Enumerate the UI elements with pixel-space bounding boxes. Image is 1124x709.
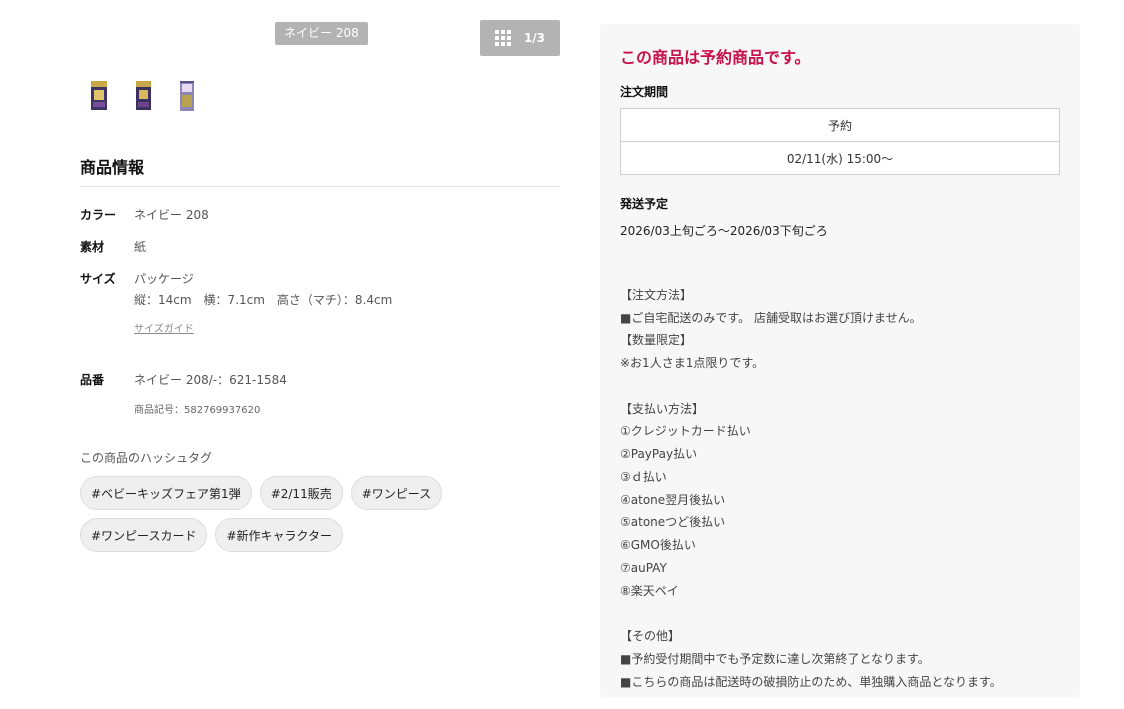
note-line: ③ｄ払い bbox=[620, 469, 667, 484]
note-line: ⑤atoneつど後払い bbox=[620, 515, 726, 530]
size-label: サイズ bbox=[80, 272, 116, 286]
note-line: ⑥GMO後払い bbox=[620, 538, 696, 552]
variant-badge: ネイビー 208 bbox=[275, 22, 368, 45]
hashtag-chip[interactable]: #ワンピース bbox=[350, 476, 443, 510]
shipping-label: 発送予定 bbox=[620, 197, 669, 211]
order-period-value: 02/11(水) 15:00〜 bbox=[620, 141, 1060, 175]
order-period-label: 注文期間 bbox=[620, 85, 669, 99]
note-line: ■ご自宅配送のみです。 店舗受取はお選び頂けません。 bbox=[620, 310, 922, 325]
note-line: ⑧楽天ペイ bbox=[620, 583, 679, 598]
gallery-view-button[interactable]: 1/3 bbox=[480, 20, 560, 56]
hashtag-chip[interactable]: #新作キャラクター bbox=[215, 518, 344, 552]
grid-icon bbox=[494, 30, 511, 46]
gallery-counter: 1/3 bbox=[523, 31, 546, 45]
item-number-value: ネイビー 208/-：621-1584 bbox=[134, 373, 287, 387]
order-period-header: 予約 bbox=[620, 108, 1060, 142]
thumbnail-booster-pack[interactable] bbox=[172, 78, 202, 114]
note-line bbox=[620, 602, 1002, 625]
note-line bbox=[620, 261, 1002, 284]
size-dimensions: 縦：14cm 横：7.1cm 高さ（マチ）：8.4cm bbox=[134, 293, 393, 307]
note-line: ⑦auPAY bbox=[620, 560, 667, 575]
note-line: ■こちらの商品は配送時の破損防止のため、単独購入商品となります。 bbox=[620, 674, 1002, 689]
note-line: 【その他】 bbox=[620, 629, 681, 643]
section-divider bbox=[80, 186, 560, 187]
item-number-label: 品番 bbox=[80, 373, 105, 387]
preorder-panel: この商品は予約商品です。 注文期間 予約 02/11(水) 15:00〜 発送予… bbox=[600, 24, 1080, 697]
note-line: ■予約受付期間中でも予定数に達し次第終了となります。 bbox=[620, 651, 930, 666]
note-line: ②PayPay払い bbox=[620, 447, 698, 461]
note-line: 【数量限定】 bbox=[620, 333, 693, 348]
material-value: 紙 bbox=[134, 240, 147, 254]
product-code: 商品記号：582769937620 bbox=[134, 405, 261, 416]
preorder-notes: 【注文方法】 ■ご自宅配送のみです。 店舗受取はお選び頂けません。 【数量限定】… bbox=[620, 261, 1002, 693]
preorder-title: この商品は予約商品です。 bbox=[620, 48, 811, 67]
note-line: ①クレジットカード払い bbox=[620, 424, 751, 439]
thumbnail-strip bbox=[84, 78, 202, 114]
note-line: ④atone翌月後払い bbox=[620, 492, 726, 507]
thumbnail-product-box-front[interactable] bbox=[84, 78, 114, 114]
size-guide-link[interactable]: サイズガイド bbox=[134, 320, 194, 335]
color-label: カラー bbox=[80, 208, 117, 222]
hashtag-chip[interactable]: #ベビーキッズフェア第1弾 bbox=[80, 476, 252, 510]
product-info-title: 商品情報 bbox=[80, 158, 145, 177]
note-line bbox=[620, 375, 1002, 398]
material-label: 素材 bbox=[80, 240, 105, 254]
note-line: 【注文方法】 bbox=[620, 287, 693, 302]
hashtag-chip[interactable]: #2/11販売 bbox=[259, 476, 343, 510]
shipping-value: 2026/03上旬ごろ〜2026/03下旬ごろ bbox=[620, 224, 828, 238]
thumbnail-product-box-side[interactable] bbox=[128, 78, 158, 114]
size-value-package: パッケージ bbox=[134, 272, 194, 286]
order-period-table: 予約 02/11(水) 15:00〜 bbox=[620, 108, 1060, 175]
hashtag-section-title: この商品のハッシュタグ bbox=[80, 451, 213, 465]
note-line: ※お1人さま1点限りです。 bbox=[620, 356, 765, 370]
color-value: ネイビー 208 bbox=[134, 208, 209, 222]
note-line: 【支払い方法】 bbox=[620, 401, 705, 416]
hashtag-chip[interactable]: #ワンピースカード bbox=[80, 518, 208, 552]
hashtag-list: #ベビーキッズフェア第1弾 #2/11販売 #ワンピース #ワンピースカード #… bbox=[80, 476, 480, 552]
